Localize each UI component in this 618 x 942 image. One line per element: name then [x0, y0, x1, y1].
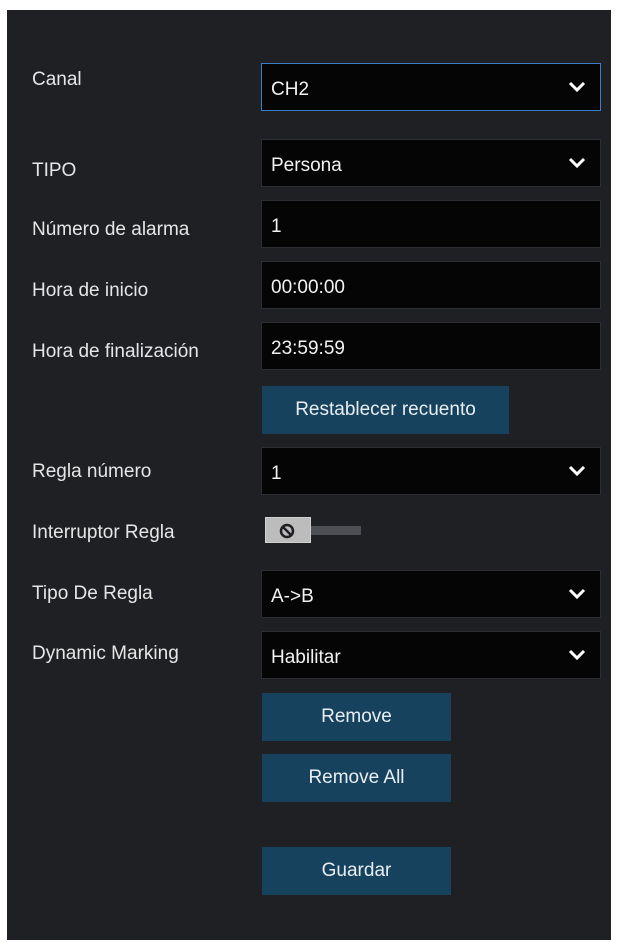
chevron-down-icon: [568, 157, 586, 169]
type-value: Persona: [271, 155, 342, 176]
rule-type-value: A->B: [271, 586, 314, 607]
dynamic-marking-label: Dynamic Marking: [32, 643, 179, 664]
start-time-label: Hora de inicio: [32, 280, 149, 301]
rule-number-label: Regla número: [32, 461, 152, 482]
alarm-number-input[interactable]: 1: [261, 200, 601, 248]
end-time-input[interactable]: 23:59:59: [261, 322, 601, 370]
chevron-down-icon: [568, 649, 586, 661]
dynamic-marking-value: Habilitar: [271, 647, 341, 668]
type-select[interactable]: Persona: [261, 139, 601, 187]
dynamic-marking-select[interactable]: Habilitar: [261, 631, 601, 679]
alarm-number-label: Número de alarma: [32, 219, 190, 240]
chevron-down-icon: [568, 81, 586, 93]
save-button[interactable]: Guardar: [262, 847, 451, 895]
channel-select[interactable]: CH2: [261, 63, 601, 111]
reset-count-button[interactable]: Restablecer recuento: [262, 386, 509, 434]
start-time-input[interactable]: 00:00:00: [261, 261, 601, 309]
channel-label: Canal: [32, 69, 82, 90]
disabled-icon: [279, 523, 295, 539]
remove-all-button[interactable]: Remove All: [262, 754, 451, 802]
settings-panel: Canal CH2 TIPO Persona Número de alarma …: [7, 10, 611, 940]
end-time-value: 23:59:59: [271, 338, 345, 359]
start-time-value: 00:00:00: [271, 277, 345, 298]
rule-type-select[interactable]: A->B: [261, 570, 601, 618]
rule-switch-toggle[interactable]: [265, 517, 361, 543]
rule-number-select[interactable]: 1: [261, 447, 601, 495]
type-label: TIPO: [32, 160, 77, 181]
remove-button[interactable]: Remove: [262, 693, 451, 741]
toggle-knob[interactable]: [265, 517, 311, 543]
alarm-number-value: 1: [271, 216, 282, 237]
rule-switch-label: Interruptor Regla: [32, 522, 175, 543]
channel-value: CH2: [271, 79, 310, 100]
toggle-track: [305, 526, 361, 535]
chevron-down-icon: [568, 465, 586, 477]
rule-type-label: Tipo De Regla: [32, 583, 153, 604]
chevron-down-icon: [568, 588, 586, 600]
end-time-label: Hora de finalización: [32, 341, 199, 362]
rule-number-value: 1: [271, 463, 282, 484]
